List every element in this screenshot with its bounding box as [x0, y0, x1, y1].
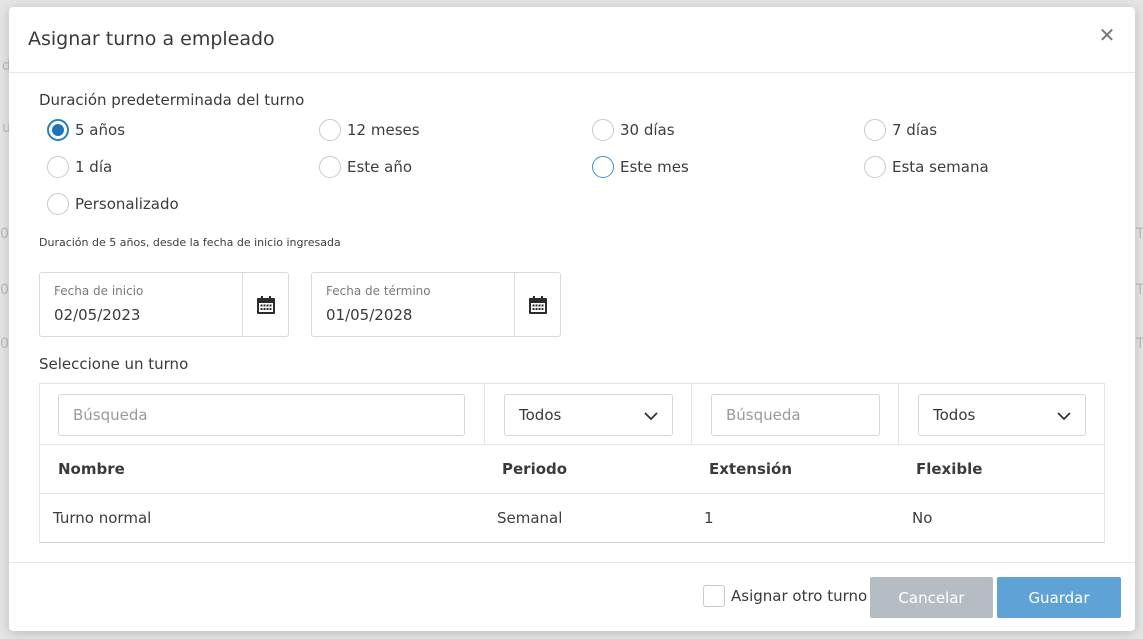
- cell-name: Turno normal: [53, 509, 152, 527]
- start-date-value[interactable]: 02/05/2023: [54, 306, 140, 324]
- flexible-filter-value: Todos: [933, 406, 976, 424]
- radio-12-months[interactable]: 12 meses: [319, 118, 420, 142]
- name-search-input[interactable]: [58, 394, 465, 436]
- filter-cell-extension: [692, 384, 899, 445]
- calendar-icon[interactable]: [514, 273, 560, 336]
- end-date-value[interactable]: 01/05/2028: [326, 306, 412, 324]
- shift-section-label: Seleccione un turno: [39, 355, 189, 373]
- radio-button[interactable]: [592, 156, 614, 178]
- cell-extension: 1: [704, 509, 714, 527]
- cancel-button[interactable]: Cancelar: [870, 577, 993, 618]
- radio-button[interactable]: [319, 119, 341, 141]
- radio-label: Este año: [347, 158, 413, 176]
- radio-label: Este mes: [620, 158, 689, 176]
- radio-label: 30 días: [620, 121, 675, 139]
- background-text: T: [1136, 336, 1143, 352]
- cell-flexible: No: [912, 509, 933, 527]
- end-date-label: Fecha de término: [326, 284, 431, 298]
- assign-other-label: Asignar otro turno: [731, 587, 868, 605]
- radio-this-year[interactable]: Este año: [319, 155, 412, 179]
- radio-button[interactable]: [864, 156, 886, 178]
- radio-custom[interactable]: Personalizado: [47, 192, 179, 216]
- radio-button[interactable]: [47, 119, 69, 141]
- shift-table: Todos Todos Nombre Periodo: [39, 383, 1105, 543]
- radio-5-years[interactable]: 5 años: [47, 118, 125, 142]
- radio-button[interactable]: [592, 119, 614, 141]
- column-header-extension[interactable]: Extensión: [709, 460, 792, 478]
- radio-button[interactable]: [864, 119, 886, 141]
- radio-label: Esta semana: [892, 158, 989, 176]
- radio-button[interactable]: [47, 156, 69, 178]
- radio-label: 5 años: [75, 121, 126, 139]
- filter-cell-name: [40, 384, 485, 445]
- duration-label: Duración predeterminada del turno: [39, 91, 305, 109]
- radio-7-days[interactable]: 7 días: [864, 118, 937, 142]
- radio-this-month[interactable]: Este mes: [592, 155, 689, 179]
- column-header-name[interactable]: Nombre: [58, 460, 125, 478]
- assign-shift-dialog: Asignar turno a empleado ✕ Duración pred…: [9, 7, 1135, 631]
- end-date-field[interactable]: Fecha de término 01/05/2028: [311, 272, 561, 337]
- radio-label: 1 día: [75, 158, 113, 176]
- start-date-label: Fecha de inicio: [54, 284, 144, 298]
- background-text: T: [1136, 226, 1143, 242]
- flexible-filter-select[interactable]: Todos: [918, 394, 1086, 436]
- radio-label: Personalizado: [75, 195, 179, 213]
- close-icon[interactable]: ✕: [1097, 25, 1117, 45]
- table-header-row: Nombre Periodo Extensión Flexible: [40, 445, 1104, 494]
- radio-label: 7 días: [892, 121, 938, 139]
- duration-hint: Duración de 5 años, desde la fecha de in…: [39, 236, 341, 249]
- dialog-title: Asignar turno a empleado: [28, 28, 275, 50]
- filter-cell-flexible: Todos: [899, 384, 1106, 445]
- start-date-field[interactable]: Fecha de inicio 02/05/2023: [39, 272, 289, 337]
- column-header-period[interactable]: Periodo: [502, 460, 567, 478]
- filter-cell-period: Todos: [485, 384, 692, 445]
- radio-this-week[interactable]: Esta semana: [864, 155, 989, 179]
- period-filter-value: Todos: [519, 406, 562, 424]
- save-button[interactable]: Guardar: [997, 577, 1121, 618]
- cell-period: Semanal: [497, 509, 563, 527]
- dialog-footer: Asignar otro turno Cancelar Guardar: [9, 562, 1135, 631]
- column-header-flexible[interactable]: Flexible: [916, 460, 982, 478]
- table-row[interactable]: Turno normal Semanal 1 No: [40, 494, 1104, 543]
- radio-label: 12 meses: [347, 121, 420, 139]
- assign-other-checkbox[interactable]: [703, 585, 725, 607]
- filter-row: Todos Todos: [40, 384, 1104, 445]
- calendar-icon[interactable]: [242, 273, 288, 336]
- radio-30-days[interactable]: 30 días: [592, 118, 675, 142]
- period-filter-select[interactable]: Todos: [504, 394, 673, 436]
- assign-other-checkbox-option[interactable]: Asignar otro turno: [703, 585, 867, 607]
- radio-1-day[interactable]: 1 día: [47, 155, 112, 179]
- dialog-header: Asignar turno a empleado ✕: [9, 7, 1135, 73]
- radio-button[interactable]: [47, 193, 69, 215]
- extension-search-input[interactable]: [711, 394, 880, 436]
- background-text: T: [1136, 282, 1143, 298]
- chevron-down-icon: [644, 406, 658, 425]
- chevron-down-icon: [1057, 406, 1071, 425]
- radio-button[interactable]: [319, 156, 341, 178]
